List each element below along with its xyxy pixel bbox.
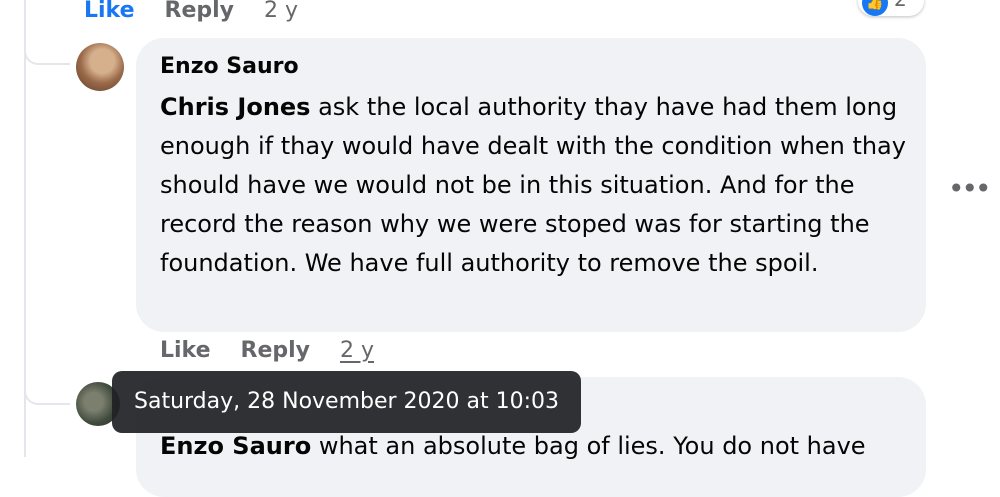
comment-body: what an absolute bag of lies. You do not…	[311, 432, 866, 460]
like-button[interactable]: Like	[160, 338, 211, 363]
like-button[interactable]: Like	[84, 0, 135, 23]
mention-link[interactable]: Chris Jones	[160, 93, 310, 121]
thread-connector	[24, 41, 70, 65]
avatar[interactable]	[76, 43, 124, 91]
comment-bubble: Enzo Sauro Chris Jones ask the local aut…	[136, 38, 926, 332]
thumbs-up-icon: 👍	[862, 0, 888, 16]
mention-link[interactable]: Enzo Sauro	[160, 432, 311, 460]
thread-connector	[24, 381, 70, 405]
reaction-count: 2	[894, 0, 907, 11]
reply-button[interactable]: Reply	[241, 338, 311, 363]
more-options-icon[interactable]: •••	[948, 172, 992, 205]
reply-button[interactable]: Reply	[165, 0, 235, 23]
comment-text: Chris Jones ask the local authority thay…	[160, 88, 910, 283]
previous-comment-actions: Like Reply 2 y	[84, 0, 298, 23]
timestamp-link[interactable]: 2 y	[264, 0, 298, 23]
comment-author[interactable]: Enzo Sauro	[160, 54, 299, 79]
reaction-badge[interactable]: 👍 2	[858, 0, 924, 16]
comment-actions: Like Reply 2 y	[160, 338, 374, 363]
timestamp-tooltip: Saturday, 28 November 2020 at 10:03	[112, 371, 582, 433]
timestamp-link[interactable]: 2 y	[340, 338, 374, 363]
